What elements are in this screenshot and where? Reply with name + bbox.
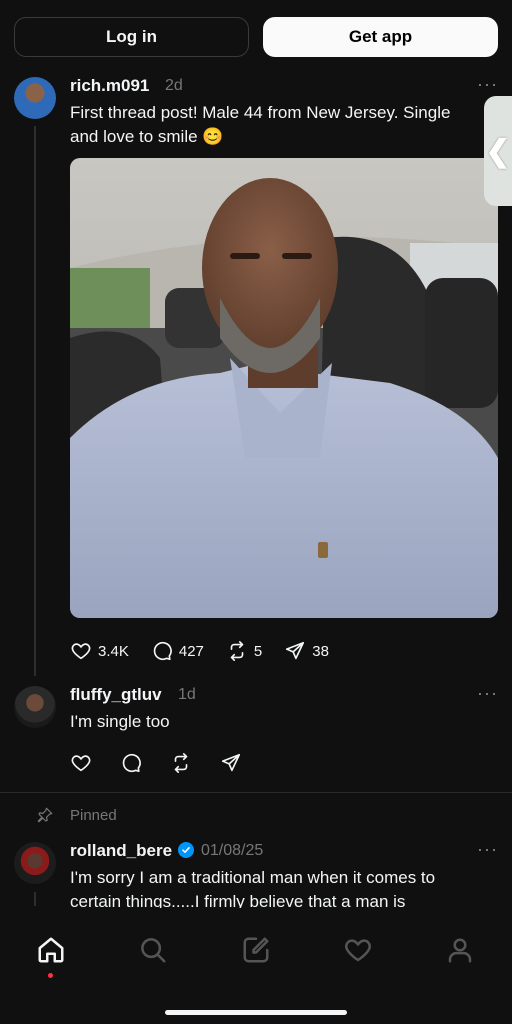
thread-line xyxy=(34,892,36,906)
compose-icon xyxy=(243,937,269,963)
post-text-line-1: First thread post! Male 44 from New Jers… xyxy=(70,103,451,122)
post-text-line-1: I'm sorry I am a traditional man when it… xyxy=(70,868,436,887)
like-button[interactable] xyxy=(70,752,92,774)
chevron-left-icon: ❮ xyxy=(485,134,511,168)
send-icon xyxy=(286,641,305,660)
nav-profile[interactable] xyxy=(440,930,480,970)
send-icon xyxy=(221,753,241,772)
more-options-icon[interactable]: ··· xyxy=(477,683,498,704)
post-time: 01/08/25 xyxy=(201,842,264,859)
heart-icon xyxy=(345,939,371,962)
nav-home[interactable] xyxy=(31,930,71,970)
reply-button[interactable]: 427 xyxy=(151,640,204,662)
login-button[interactable]: Log in xyxy=(14,17,249,57)
repost-count: 5 xyxy=(253,642,263,660)
get-app-button[interactable]: Get app xyxy=(263,17,498,57)
pin-icon xyxy=(37,807,53,823)
more-options-icon[interactable]: ··· xyxy=(477,839,498,860)
share-button[interactable]: 38 xyxy=(284,640,329,662)
pinned-indicator: Pinned xyxy=(36,806,117,824)
post-divider xyxy=(0,792,512,793)
top-bar: Log in Get app xyxy=(0,0,512,70)
post-time: 1d xyxy=(178,686,196,703)
post-text: I'm single too xyxy=(70,712,170,731)
share-count: 38 xyxy=(312,642,329,660)
bottom-nav xyxy=(0,908,512,1024)
post-actions xyxy=(70,752,264,774)
heart-icon xyxy=(71,755,91,772)
avatar[interactable] xyxy=(14,686,56,728)
post-username[interactable]: rich.m091 xyxy=(70,76,149,96)
thread-line xyxy=(34,126,36,676)
post-image[interactable] xyxy=(70,158,498,618)
comment-icon xyxy=(122,753,141,773)
search-icon xyxy=(141,938,166,963)
nav-compose[interactable] xyxy=(236,930,276,970)
pinned-label: Pinned xyxy=(70,806,117,824)
post-username[interactable]: fluffy_gtluv xyxy=(70,685,162,705)
profile-icon xyxy=(448,938,472,963)
repost-button[interactable] xyxy=(170,752,192,774)
more-options-icon[interactable]: ··· xyxy=(477,74,498,95)
heart-icon xyxy=(71,643,91,660)
nav-search[interactable] xyxy=(133,930,173,970)
verified-badge-icon xyxy=(178,842,194,858)
post-text-line-2: and love to smile 😊 xyxy=(70,127,224,146)
avatar[interactable] xyxy=(14,77,56,119)
avatar[interactable] xyxy=(14,842,56,884)
post-actions: 3.4K 427 5 38 xyxy=(70,640,351,662)
share-button[interactable] xyxy=(220,752,242,774)
home-icon xyxy=(38,937,64,963)
reply-button[interactable] xyxy=(120,752,142,774)
notification-dot xyxy=(48,973,53,978)
post-username[interactable]: rolland_bere xyxy=(70,841,172,861)
nav-activity[interactable] xyxy=(338,930,378,970)
reply-count: 427 xyxy=(178,642,204,660)
home-indicator[interactable] xyxy=(165,1010,347,1015)
post-time: 2d xyxy=(165,77,183,94)
comment-icon xyxy=(153,641,172,661)
side-panel-handle[interactable]: ❮ xyxy=(484,96,512,206)
like-count: 3.4K xyxy=(98,642,129,660)
like-button[interactable]: 3.4K xyxy=(70,640,129,662)
repost-icon xyxy=(230,641,244,661)
repost-icon xyxy=(174,753,188,773)
repost-button[interactable]: 5 xyxy=(226,640,262,662)
